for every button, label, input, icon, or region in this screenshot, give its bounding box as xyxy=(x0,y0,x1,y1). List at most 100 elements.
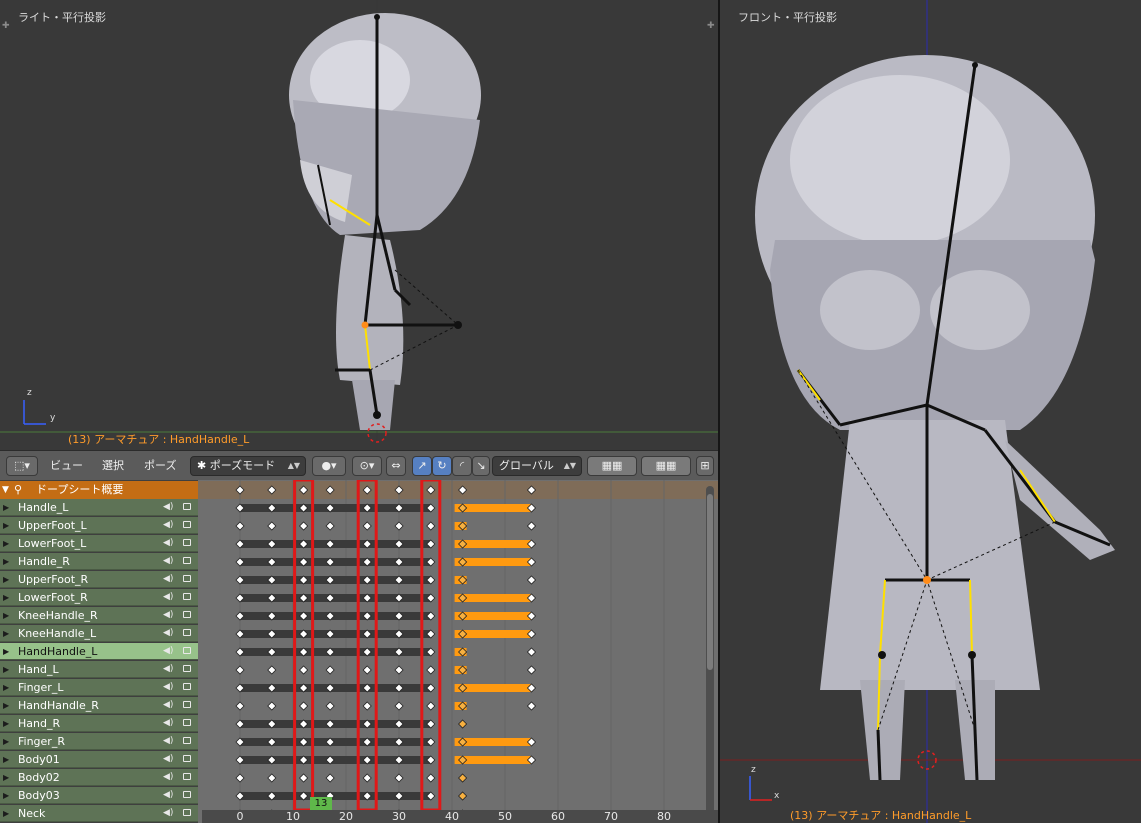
expand-icon[interactable]: ▼ xyxy=(2,481,9,499)
channel-row[interactable]: ▶ LowerFoot_L ◀) xyxy=(0,535,198,552)
mute-speaker-icon[interactable]: ◀) xyxy=(163,553,173,570)
channel-row[interactable]: ▶ Finger_R ◀) xyxy=(0,733,198,750)
keyframe-canvas[interactable] xyxy=(198,480,718,823)
timeline-ruler[interactable]: 0 10 20 30 40 50 60 70 80 xyxy=(202,810,718,823)
viewport-right-ortho[interactable]: ライト・平行投影 ✚ ✚ (13) アーマチュア : HandHandle_L … xyxy=(0,0,718,450)
mute-speaker-icon[interactable]: ◀) xyxy=(163,805,173,822)
expand-triangle-icon[interactable]: ▶ xyxy=(3,607,9,624)
pivot-button[interactable]: ⊙▾ xyxy=(352,456,382,476)
channel-row[interactable]: ▶ Neck ◀) xyxy=(0,805,198,822)
channel-row[interactable]: ▶ Body03 ◀) xyxy=(0,787,198,804)
mute-speaker-icon[interactable]: ◀) xyxy=(163,733,173,750)
lock-icon[interactable] xyxy=(183,773,191,780)
channel-row[interactable]: ▶ Finger_L ◀) xyxy=(0,679,198,696)
menu-view[interactable]: ビュー xyxy=(50,456,83,476)
lock-icon[interactable] xyxy=(183,791,191,798)
mute-speaker-icon[interactable]: ◀) xyxy=(163,679,173,696)
mute-speaker-icon[interactable]: ◀) xyxy=(163,661,173,678)
scale-icon[interactable]: ◜ xyxy=(452,456,472,476)
editor-type-button[interactable]: ⬚▾ xyxy=(6,456,38,476)
viewport-front-ortho[interactable]: フロント・平行投影 (13) アーマチュア : HandHandle_L z x xyxy=(720,0,1141,823)
mute-speaker-icon[interactable]: ◀) xyxy=(163,589,173,606)
scale-handle-icon[interactable]: ↘ xyxy=(472,456,490,476)
channel-row[interactable]: ▶ HandHandle_L ◀) xyxy=(0,643,198,660)
lock-icon[interactable] xyxy=(183,557,191,564)
expand-triangle-icon[interactable]: ▶ xyxy=(3,715,9,732)
channel-row[interactable]: ▶ KneeHandle_L ◀) xyxy=(0,625,198,642)
expand-triangle-icon[interactable]: ▶ xyxy=(3,553,9,570)
lock-icon[interactable] xyxy=(183,647,191,654)
mute-speaker-icon[interactable]: ◀) xyxy=(163,499,173,516)
area-split-icon[interactable]: ✚ xyxy=(707,22,716,31)
mute-speaker-icon[interactable]: ◀) xyxy=(163,571,173,588)
lock-icon[interactable] xyxy=(183,521,191,528)
shading-button[interactable]: ●▾ xyxy=(312,456,346,476)
lock-icon[interactable] xyxy=(183,755,191,762)
mute-speaker-icon[interactable]: ◀) xyxy=(163,517,173,534)
channel-row[interactable]: ▶ Hand_L ◀) xyxy=(0,661,198,678)
layer-buttons-b[interactable]: ▦▦ xyxy=(641,456,691,476)
channel-row[interactable]: ▶ LowerFoot_R ◀) xyxy=(0,589,198,606)
lock-icon[interactable] xyxy=(183,701,191,708)
expand-triangle-icon[interactable]: ▶ xyxy=(3,769,9,786)
expand-triangle-icon[interactable]: ▶ xyxy=(3,805,9,822)
expand-triangle-icon[interactable]: ▶ xyxy=(3,697,9,714)
lock-icon[interactable] xyxy=(183,629,191,636)
translate-icon[interactable]: ↗ xyxy=(412,456,432,476)
expand-triangle-icon[interactable]: ▶ xyxy=(3,589,9,606)
current-frame-indicator[interactable]: 13 xyxy=(310,797,332,810)
channel-row[interactable]: ▶ Body01 ◀) xyxy=(0,751,198,768)
expand-triangle-icon[interactable]: ▶ xyxy=(3,643,9,660)
summary-row[interactable]: ▼ ⚲ ドープシート概要 xyxy=(0,481,198,499)
layer-buttons-a[interactable]: ▦▦ xyxy=(587,456,637,476)
lock-icon[interactable] xyxy=(183,503,191,510)
expand-triangle-icon[interactable]: ▶ xyxy=(3,787,9,804)
channel-row[interactable]: ▶ HandHandle_R ◀) xyxy=(0,697,198,714)
lock-icon[interactable] xyxy=(183,719,191,726)
lock-icon[interactable] xyxy=(183,737,191,744)
channel-row[interactable]: ▶ Body02 ◀) xyxy=(0,769,198,786)
mute-speaker-icon[interactable]: ◀) xyxy=(163,697,173,714)
lock-icon[interactable] xyxy=(183,611,191,618)
menu-select[interactable]: 選択 xyxy=(102,456,124,476)
expand-triangle-icon[interactable]: ▶ xyxy=(3,751,9,768)
channel-row[interactable]: ▶ Handle_L ◀) xyxy=(0,499,198,516)
expand-triangle-icon[interactable]: ▶ xyxy=(3,733,9,750)
mute-speaker-icon[interactable]: ◀) xyxy=(163,751,173,768)
rotate-icon[interactable]: ↻ xyxy=(432,456,452,476)
expand-triangle-icon[interactable]: ▶ xyxy=(3,535,9,552)
lock-icon[interactable] xyxy=(183,539,191,546)
mode-dropdown[interactable]: ✱ ポーズモード ▲▼ xyxy=(190,456,306,476)
lock-icon[interactable] xyxy=(183,683,191,690)
mute-speaker-icon[interactable]: ◀) xyxy=(163,535,173,552)
menu-pose[interactable]: ポーズ xyxy=(144,456,176,476)
area-split-icon[interactable]: ✚ xyxy=(2,22,11,31)
channel-row[interactable]: ▶ UpperFoot_L ◀) xyxy=(0,517,198,534)
lock-camera-icon[interactable]: ⊞ xyxy=(696,456,714,476)
scrollbar-thumb[interactable] xyxy=(707,494,713,670)
channel-row[interactable]: ▶ UpperFoot_R ◀) xyxy=(0,571,198,588)
lock-icon[interactable] xyxy=(183,593,191,600)
channel-row[interactable]: ▶ Hand_R ◀) xyxy=(0,715,198,732)
expand-triangle-icon[interactable]: ▶ xyxy=(3,625,9,642)
mute-speaker-icon[interactable]: ◀) xyxy=(163,715,173,732)
mute-speaker-icon[interactable]: ◀) xyxy=(163,643,173,660)
expand-triangle-icon[interactable]: ▶ xyxy=(3,499,9,516)
mute-speaker-icon[interactable]: ◀) xyxy=(163,769,173,786)
keyframe-area[interactable] xyxy=(198,480,718,823)
manipulator-toggle[interactable]: ⇔ xyxy=(386,456,406,476)
mute-speaker-icon[interactable]: ◀) xyxy=(163,787,173,804)
lock-icon[interactable] xyxy=(183,809,191,816)
orientation-dropdown[interactable]: グローバル ▲▼ xyxy=(492,456,582,476)
mute-speaker-icon[interactable]: ◀) xyxy=(163,607,173,624)
expand-triangle-icon[interactable]: ▶ xyxy=(3,661,9,678)
lock-icon[interactable] xyxy=(183,665,191,672)
lock-icon[interactable] xyxy=(183,575,191,582)
expand-triangle-icon[interactable]: ▶ xyxy=(3,517,9,534)
expand-triangle-icon[interactable]: ▶ xyxy=(3,571,9,588)
channel-row[interactable]: ▶ KneeHandle_R ◀) xyxy=(0,607,198,624)
channel-row[interactable]: ▶ Handle_R ◀) xyxy=(0,553,198,570)
vertical-scrollbar[interactable] xyxy=(706,486,714,816)
expand-triangle-icon[interactable]: ▶ xyxy=(3,679,9,696)
mute-speaker-icon[interactable]: ◀) xyxy=(163,625,173,642)
